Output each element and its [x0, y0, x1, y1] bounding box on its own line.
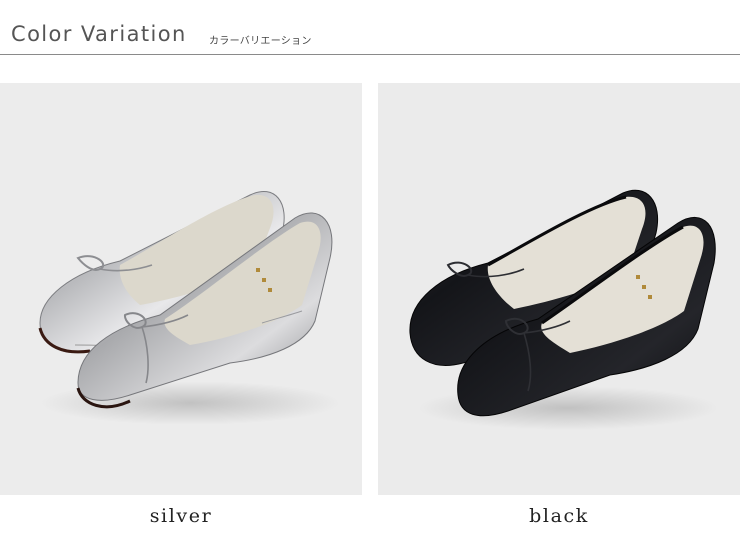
header-divider	[0, 54, 740, 55]
section-header: Color Variation カラーバリエーション	[0, 0, 740, 56]
variant-label-black: black	[529, 505, 589, 527]
variant-label-silver: silver	[149, 505, 213, 527]
section-subtitle: カラーバリエーション	[209, 36, 312, 47]
silver-shoes-illustration	[38, 190, 340, 425]
section-title: Color Variation	[11, 22, 187, 46]
product-photo-black[interactable]	[378, 83, 740, 495]
black-shoes-illustration	[409, 189, 718, 430]
product-photo-silver[interactable]	[0, 83, 362, 495]
